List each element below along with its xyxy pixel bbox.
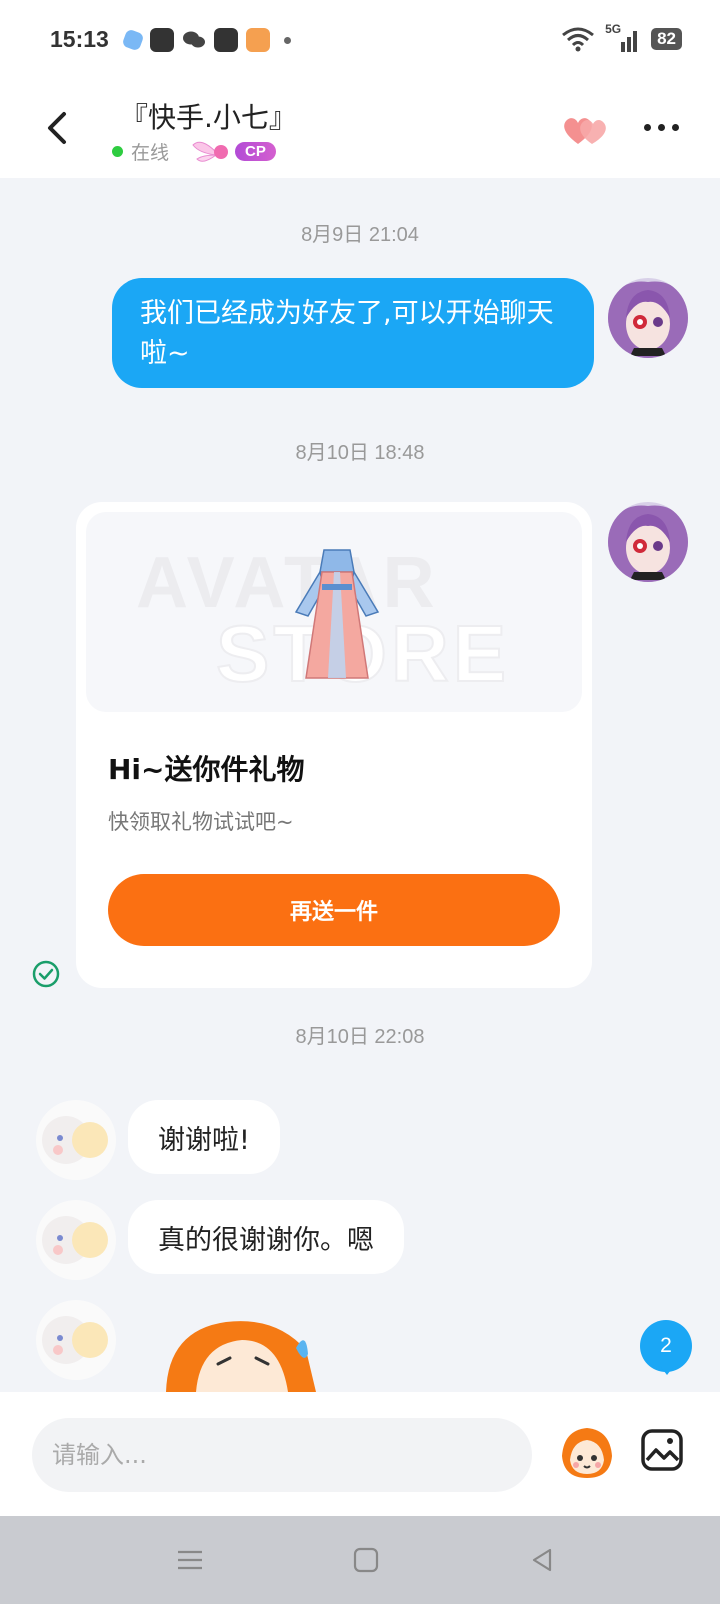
timestamp: 8月10日 18:48 (295, 442, 425, 464)
my-avatar[interactable] (608, 502, 688, 582)
dress-icon (294, 549, 380, 679)
online-dot (112, 146, 123, 157)
gift-card-subtitle: 快领取礼物试试吧~ (108, 810, 294, 834)
send-again-button[interactable]: 再送一件 (108, 874, 560, 946)
status-bar: 15:13 5G 82 (0, 0, 720, 82)
battery-indicator: 82 (651, 28, 682, 50)
received-message-bubble[interactable]: 真的很谢谢你。嗯 (128, 1200, 404, 1274)
read-check-icon (32, 960, 60, 988)
sent-message-bubble[interactable]: 我们已经成为好友了,可以开始聊天啦~ (112, 278, 594, 388)
chat-header: 『快手.小七』 在线 CP (0, 82, 720, 178)
image-picker-icon[interactable] (640, 1428, 684, 1472)
message-input[interactable] (32, 1418, 532, 1492)
received-message-bubble[interactable]: 谢谢啦! (128, 1100, 280, 1174)
online-label: 在线 (131, 142, 170, 164)
notification-icons (121, 28, 291, 52)
gift-card-title: Hi~送你件礼物 (108, 753, 305, 786)
cp-badge[interactable]: CP (191, 139, 276, 165)
menu-icon[interactable] (176, 1546, 204, 1574)
friend-avatar[interactable] (36, 1300, 116, 1380)
status-time: 15:13 (50, 26, 109, 52)
wings-icon (192, 141, 229, 162)
friend-avatar[interactable] (36, 1100, 116, 1180)
system-nav-bar (0, 1516, 720, 1604)
more-menu-icon[interactable] (644, 124, 679, 131)
app-icon (246, 28, 270, 52)
friend-avatar[interactable] (36, 1200, 116, 1280)
cp-label: CP (235, 142, 276, 161)
back-nav-icon[interactable] (528, 1546, 556, 1574)
signal-icon: 5G (605, 22, 641, 52)
online-status: 在线 CP (112, 138, 276, 165)
chat-title[interactable]: 『快手.小七』 (120, 96, 297, 136)
timestamp: 8月9日 21:04 (301, 224, 419, 246)
input-bar (0, 1392, 720, 1516)
more-notifications-icon (284, 36, 291, 44)
home-icon[interactable] (352, 1546, 380, 1574)
wifi-icon (562, 27, 595, 52)
sticker-button-icon[interactable] (556, 1420, 618, 1482)
hearts-icon[interactable] (560, 114, 610, 148)
timestamp: 8月10日 22:08 (295, 1026, 425, 1048)
back-icon[interactable] (38, 108, 78, 148)
gift-image: AVATAR STORE (86, 512, 582, 712)
unread-count-badge[interactable]: 2 (640, 1320, 692, 1375)
app-icon (121, 28, 145, 52)
sticker-image[interactable] (156, 1310, 326, 1392)
wechat-icon (182, 28, 206, 52)
tiktok-icon (150, 28, 174, 52)
tiktok-icon (214, 28, 238, 52)
gift-card[interactable]: AVATAR STORE Hi~送你件礼物 快领取礼物试试吧~ 再送一件 (76, 502, 592, 988)
my-avatar[interactable] (608, 278, 688, 358)
system-icons: 5G 82 (561, 22, 682, 52)
